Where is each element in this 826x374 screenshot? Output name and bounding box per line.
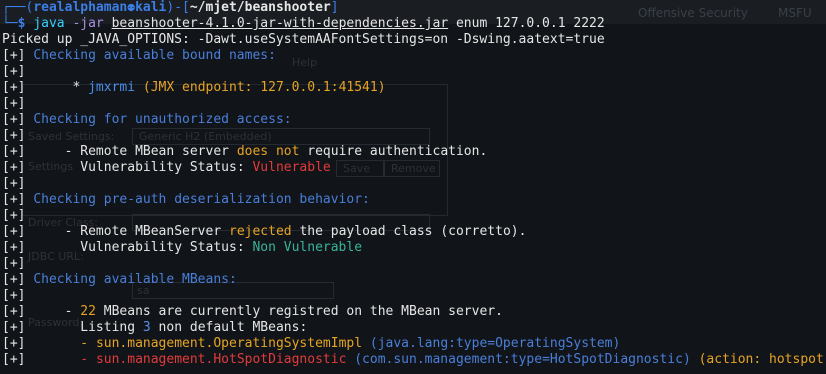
screen: Offensive Security MSFU Help Saved Setti… xyxy=(0,0,826,374)
section-heading: Checking available MBeans: xyxy=(33,272,237,287)
bound-name: jmxrmi xyxy=(88,80,136,95)
status-non-vulnerable: Non Vulnerable xyxy=(252,240,363,255)
output-tag: [+] xyxy=(2,64,26,79)
output-line: [+] xyxy=(0,288,826,304)
output-line: [+] - Remote MBean server does not requi… xyxy=(2,144,488,159)
output-tag: [+] xyxy=(2,112,26,127)
output-line: [+] xyxy=(0,128,826,144)
output-line: [+] Listing 3 non default MBeans: xyxy=(2,320,308,335)
command-flag: -jar xyxy=(72,16,104,31)
command-jar: beanshooter-4.1.0-jar-with-dependencies.… xyxy=(111,16,449,31)
output-line: [+] xyxy=(0,64,826,80)
mbean-object-name: (java.lang:type=OperatingSystem) xyxy=(369,336,621,351)
section-heading: Checking for unauthorized access: xyxy=(33,112,292,127)
output-tag: [+] xyxy=(2,256,26,271)
output-line: [+] - sun.management.OperatingSystemImpl… xyxy=(2,336,621,351)
status-vulnerable: Vulnerable xyxy=(252,160,331,175)
output-tag: [+] xyxy=(2,320,26,335)
output-line: [+] xyxy=(0,96,826,112)
mbean-class: sun.management.HotSpotDiagnostic xyxy=(95,352,347,367)
output-line: [+] Checking pre-auth deserialization be… xyxy=(0,192,826,208)
prompt-user: realalphaman xyxy=(33,0,128,15)
kali-skull-icon: ⚉ xyxy=(127,0,136,15)
output-line: [+] - sun.management.HotSpotDiagnostic (… xyxy=(0,352,826,368)
output-tag: [+] xyxy=(2,208,26,223)
output-tag: [+] xyxy=(2,96,26,111)
output-tag: [+] xyxy=(2,128,26,143)
output-line: Picked up _JAVA_OPTIONS: -Dawt.useSystem… xyxy=(2,32,605,47)
prompt-host: kali xyxy=(135,0,167,15)
prompt-line-2: └─$ java -jar beanshooter-4.1.0-jar-with… xyxy=(2,16,605,31)
mbean-object-name: (com.sun.management:type=HotSpotDiagnost… xyxy=(354,352,691,367)
output-tag: [+] xyxy=(2,224,26,239)
output-line: [+] xyxy=(0,176,826,192)
output-tag: [+] xyxy=(2,240,26,255)
output-line: [+] - 22 MBeans are currently registred … xyxy=(2,304,503,319)
output-tag: [+] xyxy=(2,192,26,207)
prompt-path: ~/mjet/beanshooter xyxy=(189,0,331,15)
mbean-action: (action: hotspot) xyxy=(698,352,826,367)
bound-name-endpoint: (JMX endpoint: 127.0.0.1:41541) xyxy=(142,80,386,95)
output-line: [+] Vulnerability Status: Vulnerable xyxy=(2,160,331,175)
output-tag: [+] xyxy=(2,288,26,303)
output-tag: [+] xyxy=(2,352,26,367)
mbean-class: sun.management.OperatingSystemImpl xyxy=(95,336,363,351)
output-line: [+] xyxy=(0,256,826,272)
command-args: enum 127.0.0.1 2222 xyxy=(455,16,605,31)
command-name: java xyxy=(33,16,65,31)
output-tag: [+] xyxy=(2,336,26,351)
output-line: [+] Vulnerability Status: Non Vulnerable xyxy=(2,240,363,255)
output-line: [+] - Remote MBeanServer rejected the pa… xyxy=(2,224,527,239)
prompt-line-1: ┌──(realalphaman⚉kali)-[~/mjet/beanshoot… xyxy=(2,0,339,15)
output-line: [+] Checking available bound names: xyxy=(0,48,826,64)
output-tag: [+] xyxy=(2,80,26,95)
terminal-output[interactable]: ┌──(realalphaman⚉kali)-[~/mjet/beanshoot… xyxy=(0,0,826,368)
output-tag: [+] xyxy=(2,176,26,191)
output-tag: [+] xyxy=(2,160,26,175)
output-line: [+] Checking for unauthorized access: xyxy=(0,112,826,128)
output-tag: [+] xyxy=(2,304,26,319)
output-tag: [+] xyxy=(2,48,26,63)
section-heading: Checking pre-auth deserialization behavi… xyxy=(33,192,370,207)
output-tag: [+] xyxy=(2,272,26,287)
section-heading: Checking available bound names: xyxy=(33,48,276,63)
output-line: [+] xyxy=(0,208,826,224)
mbean-count: 22 xyxy=(80,304,96,319)
non-default-count: 3 xyxy=(142,320,151,335)
output-line: [+] Checking available MBeans: xyxy=(0,272,826,288)
prompt-symbol: $ xyxy=(17,16,26,31)
output-line: [+] * jmxrmi (JMX endpoint: 127.0.0.1:41… xyxy=(2,80,386,95)
output-tag: [+] xyxy=(2,144,26,159)
